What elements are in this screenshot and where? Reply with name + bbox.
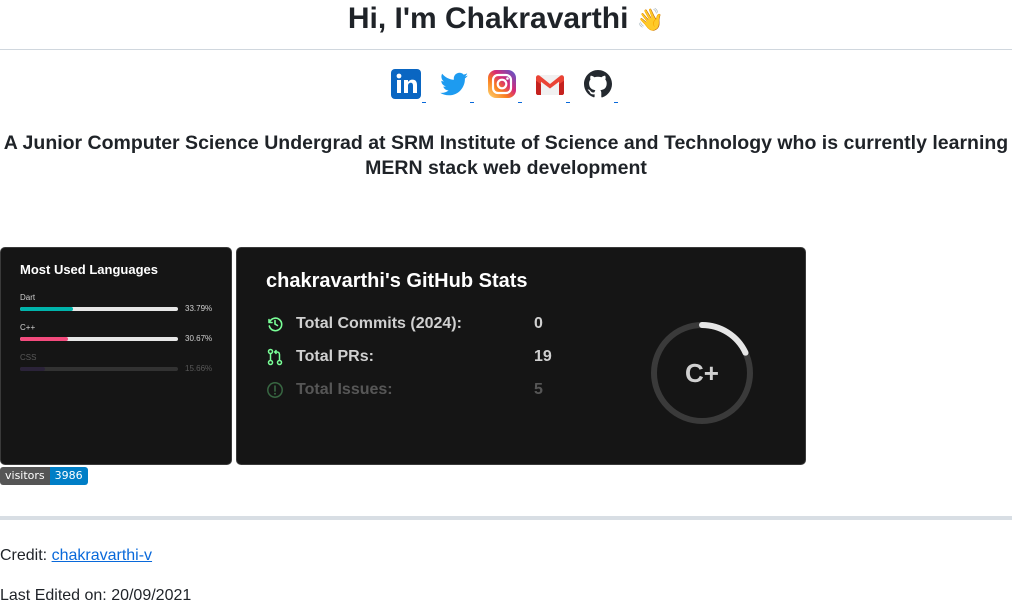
gmail-icon bbox=[536, 75, 564, 95]
visitors-badge-count: 3986 bbox=[49, 467, 88, 485]
linkedin-icon bbox=[391, 69, 421, 99]
language-bar bbox=[20, 367, 178, 371]
stat-total-commits: Total Commits (2024): 0 bbox=[266, 313, 543, 335]
language-percent: 15.66% bbox=[185, 364, 213, 373]
issue-icon bbox=[267, 382, 283, 398]
language-bar-fill bbox=[20, 337, 69, 341]
stat-label: Total Commits (2024): bbox=[296, 315, 462, 332]
language-name: CSS bbox=[20, 353, 37, 362]
page-title: Hi, I'm Chakravarthi 👋 bbox=[0, 2, 1012, 36]
stats-card-title: chakravarthi's GitHub Stats bbox=[266, 270, 528, 292]
stat-label: Total Issues: bbox=[296, 381, 393, 398]
tagline: A Junior Computer Science Undergrad at S… bbox=[3, 132, 1009, 179]
language-percent: 30.67% bbox=[185, 334, 213, 343]
stat-value: 19 bbox=[534, 348, 552, 365]
linkedin-link[interactable] bbox=[390, 68, 426, 103]
github-link[interactable] bbox=[582, 68, 618, 103]
language-row-css: CSS 15.66% bbox=[20, 353, 216, 373]
instagram-icon bbox=[488, 70, 516, 98]
language-bar-fill bbox=[20, 367, 45, 371]
most-used-languages-card[interactable]: Most Used Languages Dart 33.79% C++ 30.6… bbox=[0, 247, 232, 465]
stat-total-prs: Total PRs: 19 bbox=[266, 346, 552, 368]
waving-hand-icon: 👋 bbox=[636, 7, 665, 33]
language-bar-fill bbox=[20, 307, 74, 311]
language-row-dart: Dart 33.79% bbox=[20, 293, 216, 313]
twitter-icon bbox=[440, 72, 468, 96]
history-icon bbox=[268, 317, 283, 332]
footer-divider bbox=[0, 516, 1012, 520]
twitter-link[interactable] bbox=[438, 68, 474, 103]
pull-request-icon bbox=[267, 348, 283, 366]
stat-value: 0 bbox=[534, 315, 543, 332]
gmail-link[interactable] bbox=[534, 68, 570, 103]
last-edited: Last Edited on: 20/09/2021 bbox=[0, 587, 192, 604]
social-links bbox=[390, 68, 618, 103]
stat-label: Total PRs: bbox=[296, 348, 374, 365]
languages-card-title: Most Used Languages bbox=[20, 262, 158, 277]
language-bar bbox=[20, 337, 178, 341]
title-divider bbox=[0, 49, 1012, 50]
credit-label: Credit: bbox=[0, 547, 52, 564]
github-icon bbox=[584, 70, 612, 98]
visitors-badge-label: visitors bbox=[0, 467, 50, 485]
instagram-link[interactable] bbox=[486, 68, 522, 103]
credit-line: Credit: chakravarthi-v bbox=[0, 547, 152, 565]
language-percent: 33.79% bbox=[185, 304, 213, 313]
language-row-cpp: C++ 30.67% bbox=[20, 323, 216, 343]
grade-label: C+ bbox=[685, 358, 719, 388]
github-stats-card[interactable]: chakravarthi's GitHub Stats Total Commit… bbox=[236, 247, 806, 465]
language-name: C++ bbox=[20, 323, 36, 332]
credit-link[interactable]: chakravarthi-v bbox=[52, 547, 152, 564]
visitors-badge[interactable]: visitors 3986 bbox=[0, 467, 88, 485]
language-bar bbox=[20, 307, 178, 311]
title-text: Hi, I'm Chakravarthi bbox=[347, 2, 629, 35]
language-name: Dart bbox=[20, 293, 36, 302]
stat-value: 5 bbox=[534, 381, 543, 398]
stat-total-issues: Total Issues: 5 bbox=[266, 379, 543, 401]
